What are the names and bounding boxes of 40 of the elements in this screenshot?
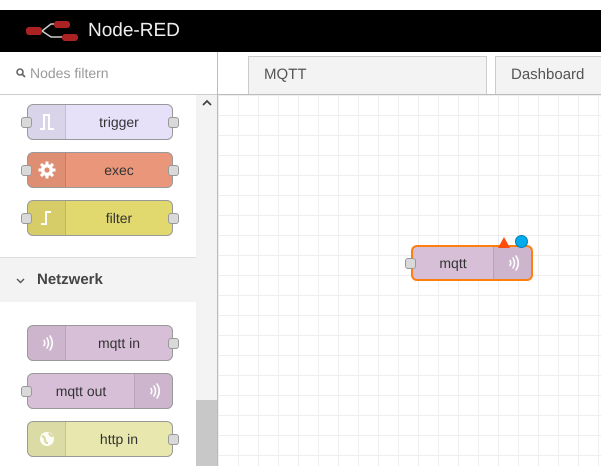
flow-node[interactable]: mqtt out xyxy=(27,373,173,409)
node-label: mqtt xyxy=(438,254,468,273)
globe-icon xyxy=(38,430,56,448)
flow-node[interactable]: mqtt xyxy=(411,245,533,281)
node-port[interactable] xyxy=(405,258,416,268)
flow-node[interactable]: exec xyxy=(27,152,173,188)
chevron-down-icon xyxy=(16,276,25,284)
node-port[interactable] xyxy=(168,164,179,176)
flow-tab[interactable]: MQTT xyxy=(248,56,487,94)
node-port[interactable] xyxy=(21,164,32,176)
node-port[interactable] xyxy=(21,116,32,128)
node-label: filter xyxy=(104,208,134,228)
flow-node[interactable]: http in xyxy=(27,421,173,457)
flow-tab[interactable]: Dashboard xyxy=(495,56,601,94)
logo-icon xyxy=(24,20,80,42)
flow-node[interactable]: mqtt in xyxy=(27,325,173,361)
search-field[interactable]: Nodes filtern xyxy=(30,62,201,84)
node-label: exec xyxy=(103,160,135,180)
flow-node[interactable]: filter xyxy=(27,200,173,236)
app-title: Node-RED xyxy=(88,18,180,43)
category-header[interactable]: Netzwerk xyxy=(0,257,196,302)
node-label: mqtt in xyxy=(96,334,141,353)
scrollbar-thumb[interactable] xyxy=(196,400,217,466)
scrollbar[interactable] xyxy=(196,95,217,466)
category-label: Netzwerk xyxy=(37,270,103,290)
node-port[interactable] xyxy=(168,212,179,224)
scroll-up-icon[interactable] xyxy=(202,99,212,106)
node-port[interactable] xyxy=(168,116,179,128)
node-label: http in xyxy=(98,430,140,449)
search-icon xyxy=(16,68,26,78)
node-label: mqtt out xyxy=(54,382,108,401)
node-label: trigger xyxy=(98,112,140,132)
node-port[interactable] xyxy=(168,338,179,348)
pulse-icon xyxy=(38,113,56,131)
flow-canvas[interactable]: mqtt xyxy=(218,95,601,466)
flow-node[interactable]: trigger xyxy=(27,104,173,140)
gear-icon xyxy=(38,161,56,179)
node-port[interactable] xyxy=(21,212,32,224)
node-port[interactable] xyxy=(21,386,32,396)
node-port[interactable] xyxy=(168,434,179,444)
